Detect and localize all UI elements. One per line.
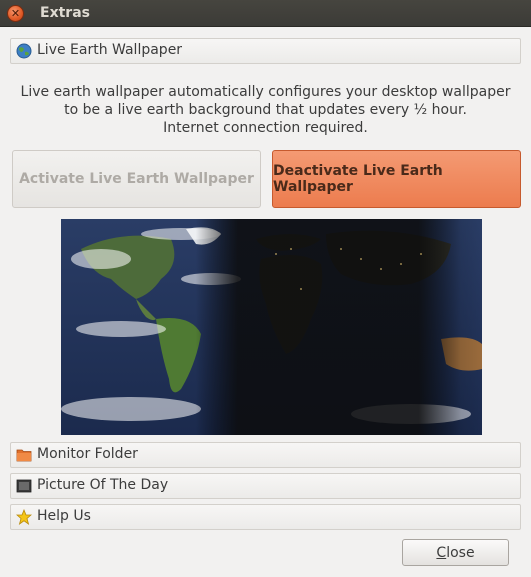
section-header-help-us[interactable]: Help Us bbox=[10, 504, 521, 530]
globe-icon bbox=[16, 43, 32, 59]
picture-icon bbox=[16, 479, 32, 493]
star-icon bbox=[16, 509, 32, 525]
section-label-picture-of-the-day: Picture Of The Day bbox=[37, 477, 169, 493]
section-header-live-earth[interactable]: Live Earth Wallpaper bbox=[10, 38, 521, 64]
window-title: Extras bbox=[40, 5, 90, 21]
section-label-live-earth: Live Earth Wallpaper bbox=[37, 42, 183, 58]
close-label-rest: lose bbox=[446, 544, 475, 561]
deactivate-live-earth-button[interactable]: Deactivate Live Earth Wallpaper bbox=[272, 150, 521, 208]
section-label-monitor-folder: Monitor Folder bbox=[37, 446, 138, 462]
section-header-picture-of-the-day[interactable]: Picture Of The Day bbox=[10, 473, 521, 499]
live-earth-description: Live earth wallpaper automatically confi… bbox=[0, 83, 531, 137]
close-label-mnemonic: C bbox=[436, 544, 447, 561]
description-line-2: to be a live earth background that updat… bbox=[64, 102, 467, 118]
section-label-help-us: Help Us bbox=[37, 508, 91, 524]
earth-map-graphic bbox=[61, 219, 482, 435]
activate-live-earth-button[interactable]: Activate Live Earth Wallpaper bbox=[12, 150, 261, 208]
live-earth-preview-image bbox=[61, 219, 482, 435]
description-line-1: Live earth wallpaper automatically confi… bbox=[20, 84, 511, 100]
window-close-icon[interactable]: ✕ bbox=[7, 5, 24, 22]
folder-icon bbox=[16, 449, 32, 462]
description-line-3: Internet connection required. bbox=[163, 120, 368, 136]
window-titlebar[interactable]: ✕ Extras bbox=[0, 0, 531, 27]
close-button[interactable]: Close bbox=[402, 539, 509, 566]
section-header-monitor-folder[interactable]: Monitor Folder bbox=[10, 442, 521, 468]
